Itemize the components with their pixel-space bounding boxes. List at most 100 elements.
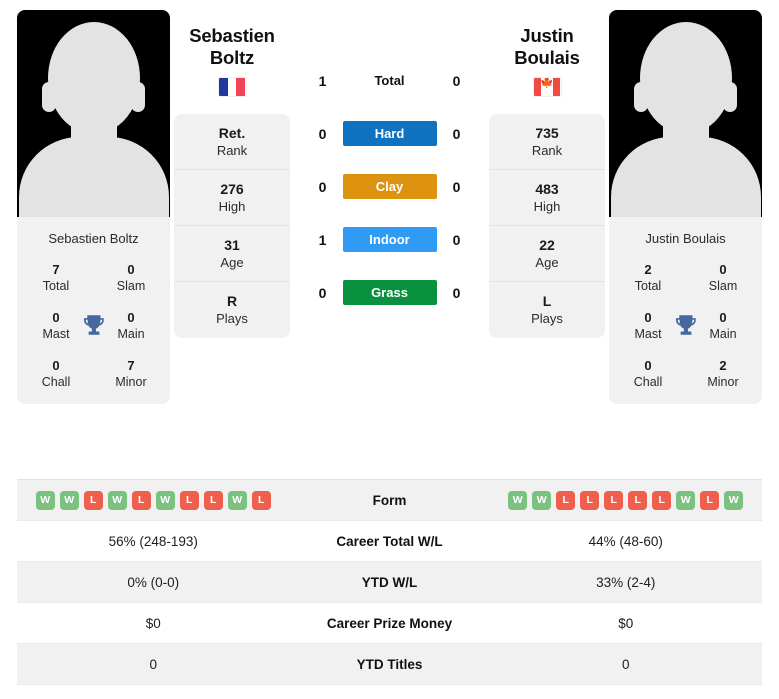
table-row-ytd-titles: 0 YTD Titles 0 — [17, 644, 762, 685]
right-player-lastname: Boulais — [514, 47, 580, 68]
left-ytd-w-l-value: 0% (0-0) — [127, 574, 180, 590]
form-badge-w[interactable]: W — [227, 490, 247, 510]
left-titles-slam: 0 Slam — [106, 262, 156, 294]
left-plays-label: Plays — [216, 311, 248, 326]
h2h-right-score-hard: 0 — [452, 125, 461, 142]
h2h-right-score-clay: 0 — [452, 178, 461, 195]
avatar-shoulders — [18, 137, 169, 217]
flag-france-icon — [218, 78, 246, 96]
h2h-row-clay: 0 Clay 0 — [294, 174, 485, 199]
form-badge-l[interactable]: L — [580, 490, 600, 510]
left-high-label: High — [218, 198, 246, 214]
form-badge-w[interactable]: W — [508, 490, 528, 510]
form-badge-w[interactable]: W — [676, 490, 696, 510]
right-plays-label: Plays — [531, 311, 563, 326]
left-player-photo — [17, 10, 170, 217]
left-titles-main-label: Main — [117, 327, 145, 341]
left-player-photo-name: Sebastien Boltz — [17, 217, 170, 262]
h2h-left-score-total: 1 — [318, 72, 327, 89]
right-player-firstname: Justin — [520, 25, 574, 46]
table-row-ytd-w-l: 0% (0-0) YTD W/L 33% (2-4) — [17, 562, 762, 603]
player-comparison-page: Sebastien Boltz 7 Total 0 Slam 0 Mast 0 … — [0, 0, 779, 699]
avatar-ear-left — [634, 82, 648, 112]
left-titles-total-value: 7 — [52, 262, 60, 277]
left-player-stat-stack: Ret. Rank 276 High 31 Age R Plays — [174, 114, 290, 338]
h2h-row-hard: 0 Hard 0 — [294, 121, 485, 146]
right-player-card[interactable]: Justin Boulais 2 Total 0 Slam 0 Mast 0 M… — [609, 10, 762, 404]
left-stat-plays: R Plays — [174, 282, 290, 338]
right-titles-chall-value: 0 — [644, 358, 652, 373]
right-ytd-titles-value: 0 — [621, 656, 630, 672]
h2h-left-score-hard: 0 — [318, 125, 327, 142]
h2h-label-clay[interactable]: Clay — [342, 174, 437, 199]
left-titles-chall-label: Chall — [41, 375, 71, 389]
form-badge-w[interactable]: W — [155, 490, 175, 510]
right-player-titles-grid: 2 Total 0 Slam 0 Mast 0 Main 0 Chall 2 M… — [609, 262, 762, 404]
h2h-left-score-grass: 0 — [318, 284, 327, 301]
form-badge-w[interactable]: W — [59, 490, 79, 510]
right-stat-rank: 735 Rank — [489, 114, 605, 170]
h2h-label-hard[interactable]: Hard — [342, 121, 437, 146]
avatar-shoulders — [610, 137, 761, 217]
avatar-ear-right — [723, 82, 737, 112]
right-form-list: WWLLLLLWLW — [508, 490, 744, 510]
left-titles-mast-value: 0 — [52, 310, 60, 325]
form-badge-l[interactable]: L — [700, 490, 720, 510]
flag-canada-icon: 🍁 — [533, 78, 561, 96]
right-titles-mast: 0 Mast — [623, 310, 673, 342]
form-badge-l[interactable]: L — [131, 490, 151, 510]
right-stat-plays: L Plays — [489, 282, 605, 338]
left-titles-row-3: 0 Chall 7 Minor — [23, 358, 164, 390]
left-plays-value: R — [226, 293, 238, 309]
right-titles-main-label: Main — [709, 327, 737, 341]
form-badge-l[interactable]: L — [604, 490, 624, 510]
trophy-icon — [673, 312, 699, 343]
right-titles-total-label: Total — [634, 279, 662, 293]
table-row-career-total-w-l: 56% (248-193) Career Total W/L 44% (48-60) — [17, 521, 762, 562]
right-titles-slam: 0 Slam — [698, 262, 748, 294]
right-titles-chall-label: Chall — [633, 375, 663, 389]
table-row-form: W W L W L W L L W L Form W W L L L L L W L W — [17, 480, 762, 521]
form-badge-l[interactable]: L — [628, 490, 648, 510]
form-badge-l[interactable]: L — [556, 490, 576, 510]
trophy-icon — [81, 312, 107, 343]
form-badge-l[interactable]: L — [83, 490, 103, 510]
left-player-card[interactable]: Sebastien Boltz 7 Total 0 Slam 0 Mast 0 … — [17, 10, 170, 404]
left-titles-mast: 0 Mast — [31, 310, 81, 342]
left-age-value: 31 — [224, 236, 240, 253]
left-ytd-titles-value: 0 — [149, 656, 157, 672]
row-label-career-prize-money: Career Prize Money — [326, 615, 453, 631]
left-titles-row-1: 7 Total 0 Slam — [23, 262, 164, 294]
form-badge-w[interactable]: W — [532, 490, 552, 510]
left-player-lastname: Boltz — [209, 47, 255, 68]
form-badge-l[interactable]: L — [179, 490, 199, 510]
form-badge-w[interactable]: W — [724, 490, 744, 510]
left-titles-minor: 7 Minor — [106, 358, 156, 390]
h2h-row-total: 1 Total 0 — [294, 68, 485, 93]
right-titles-total-value: 2 — [644, 262, 652, 277]
flag-band-red — [236, 78, 246, 96]
right-titles-minor: 2 Minor — [698, 358, 748, 390]
right-titles-chall: 0 Chall — [623, 358, 673, 390]
form-badge-l[interactable]: L — [652, 490, 672, 510]
h2h-row-indoor: 1 Indoor 0 — [294, 227, 485, 252]
left-titles-total: 7 Total — [31, 262, 81, 294]
h2h-left-score-indoor: 1 — [318, 231, 327, 248]
h2h-label-grass[interactable]: Grass — [342, 280, 437, 305]
left-titles-row-2: 0 Mast 0 Main — [23, 310, 164, 342]
right-career-total-w-l-value: 44% (48-60) — [588, 533, 663, 549]
form-badge-w[interactable]: W — [107, 490, 127, 510]
left-player-info: Sebastien Boltz Ret. Rank 276 High 31 Ag… — [174, 10, 290, 338]
flag-band-white — [227, 78, 237, 96]
right-titles-total: 2 Total — [623, 262, 673, 294]
form-badge-w[interactable]: W — [35, 490, 55, 510]
right-titles-row-1: 2 Total 0 Slam — [615, 262, 756, 294]
form-badge-l[interactable]: L — [203, 490, 223, 510]
right-titles-minor-label: Minor — [707, 375, 739, 389]
right-ytd-w-l-value: 33% (2-4) — [596, 574, 656, 590]
h2h-row-grass: 0 Grass 0 — [294, 280, 485, 305]
form-badge-l[interactable]: L — [251, 490, 271, 510]
h2h-label-indoor[interactable]: Indoor — [342, 227, 437, 252]
right-stat-high: 483 High — [489, 170, 605, 226]
left-player-titles-grid: 7 Total 0 Slam 0 Mast 0 Main 0 Chall 7 M… — [17, 262, 170, 404]
